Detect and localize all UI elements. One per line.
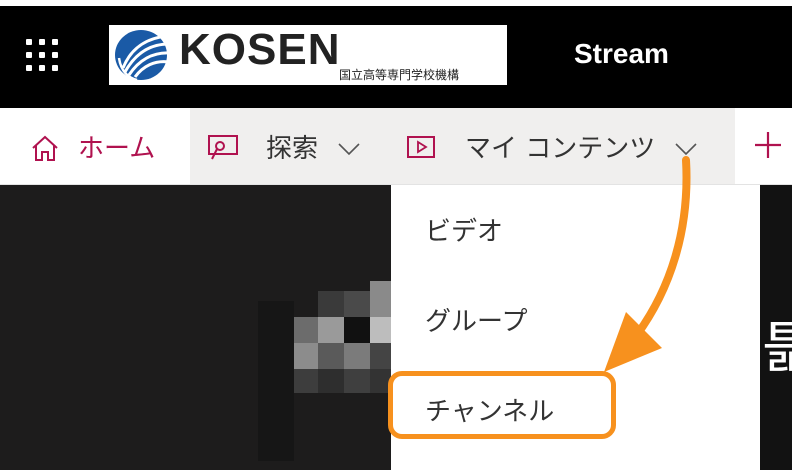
logo-text: KOSEN	[179, 25, 341, 74]
explore-search-icon	[208, 135, 238, 160]
chevron-down-icon	[675, 143, 697, 156]
chevron-down-icon	[338, 143, 360, 156]
nav-home-label: ホーム	[78, 134, 156, 164]
kosen-logo[interactable]: KOSEN 国立高等専門学校機構	[109, 25, 507, 85]
create-button[interactable]	[735, 108, 792, 184]
top-border	[0, 0, 792, 6]
top-header-bar: KOSEN 国立高等専門学校機構 Stream	[0, 0, 792, 108]
nav-bar: ホーム 探索 マイ コンテンツ	[0, 108, 792, 185]
home-icon	[32, 135, 58, 161]
nav-home-button[interactable]: ホーム	[0, 108, 190, 184]
highlight-box	[388, 371, 616, 439]
nav-explore-label: 探索	[266, 134, 319, 164]
waffle-grid-icon[interactable]	[26, 39, 60, 73]
nav-menu-group: 探索 マイ コンテンツ	[190, 108, 735, 184]
nav-explore-button[interactable]: 探索	[190, 108, 395, 184]
nav-my-content-label: マイ コンテンツ	[465, 134, 656, 164]
partial-content-text: 틂	[762, 316, 792, 381]
video-play-icon	[407, 136, 435, 158]
nav-my-content-button[interactable]: マイ コンテンツ	[395, 108, 735, 184]
logo-subtitle: 国立高等専門学校機構	[339, 68, 460, 82]
pixelated-thumbnail	[258, 281, 408, 461]
dropdown-item-videos[interactable]: ビデオ	[425, 211, 503, 248]
app-title[interactable]: Stream	[574, 38, 669, 70]
plus-icon	[755, 132, 781, 158]
dropdown-item-groups[interactable]: グループ	[425, 301, 527, 338]
kosen-logo-mark-icon	[115, 30, 171, 82]
